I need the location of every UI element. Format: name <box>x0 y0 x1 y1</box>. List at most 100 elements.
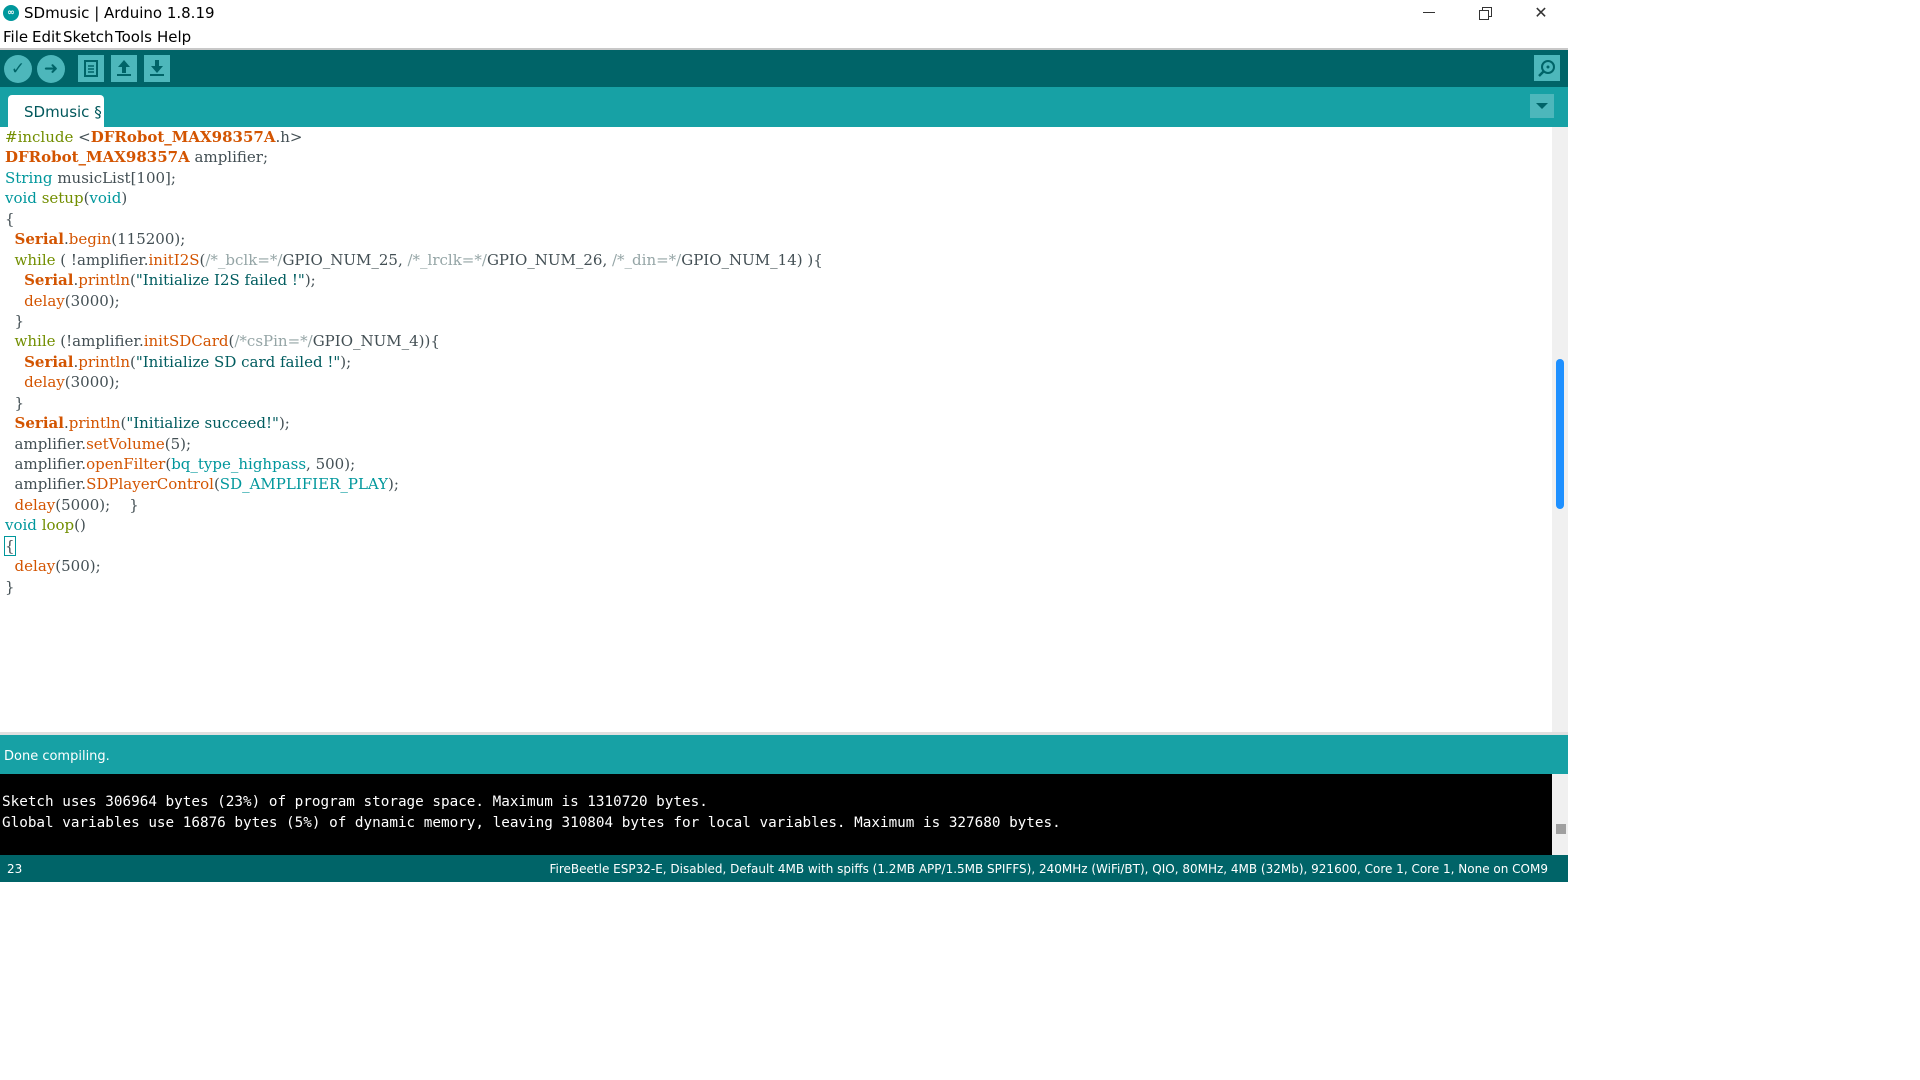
code-token: "Initialize SD card failed !" <box>135 352 341 371</box>
minimize-button[interactable] <box>1406 0 1452 26</box>
code-token: (3000); <box>64 291 120 310</box>
code-token: ); <box>304 271 316 290</box>
code-token: , 500); <box>306 455 356 473</box>
console-line: Sketch uses 306964 bytes (23%) of progra… <box>2 794 708 810</box>
bottom-bar: 23 FireBeetle ESP32-E, Disabled, Default… <box>0 855 1568 882</box>
upload-button[interactable]: ➜ <box>37 55 65 83</box>
code-line: delay(3000); <box>5 372 823 392</box>
code-line: { <box>5 209 823 229</box>
code-token: begin <box>68 230 112 249</box>
code-token: delay <box>24 373 65 392</box>
code-token: "Initialize I2S failed !" <box>135 271 305 290</box>
restore-button[interactable] <box>1462 0 1508 26</box>
window-title: SDmusic | Arduino 1.8.19 <box>24 4 215 22</box>
console-scrollbar[interactable] <box>1552 774 1568 855</box>
save-sketch-button[interactable] <box>144 55 170 82</box>
code-token: Serial <box>24 352 74 371</box>
arduino-logo-icon: ∞ <box>3 5 19 21</box>
title-bar: ∞ SDmusic | Arduino 1.8.19 ✕ <box>0 0 1568 26</box>
line-number: 23 <box>7 862 23 876</box>
code-token: (!amplifier. <box>55 332 144 351</box>
code-line: #include <DFRobot_MAX98357A.h> <box>5 127 823 147</box>
magnifier-icon <box>1538 60 1555 77</box>
menu-help[interactable]: Help <box>157 28 191 46</box>
code-line: amplifier.openFilter(bq_type_highpass, 5… <box>5 454 823 474</box>
console-scroll-thumb[interactable] <box>1556 824 1566 834</box>
code-token: /*_bclk=*/ <box>205 250 283 269</box>
code-token: initSDCard <box>143 332 229 351</box>
code-token: ) <box>121 189 128 208</box>
menu-file[interactable]: File <box>3 28 28 46</box>
open-sketch-button[interactable] <box>111 55 137 82</box>
checkmark-icon: ✓ <box>10 59 26 79</box>
code-token: setup <box>41 189 84 208</box>
code-token: DFRobot_MAX98357A <box>90 128 276 146</box>
code-token: /*_din=*/ <box>611 250 682 269</box>
editor-scroll-thumb[interactable] <box>1556 359 1564 509</box>
code-token: { <box>4 535 16 556</box>
new-sketch-button[interactable] <box>78 55 104 82</box>
code-token: SDPlayerControl <box>86 475 214 494</box>
tab-menu-button[interactable] <box>1530 94 1554 118</box>
code-token: SD_AMPLIFIER_PLAY <box>219 475 389 494</box>
editor-scrollbar[interactable] <box>1552 127 1568 732</box>
code-token: String <box>5 168 53 187</box>
code-token: ); <box>278 414 290 433</box>
code-token: loop <box>41 516 75 535</box>
code-line: } <box>5 393 823 413</box>
code-token: (115200); <box>111 230 186 249</box>
code-content: #include <DFRobot_MAX98357A.h> DFRobot_MA… <box>4 127 823 597</box>
code-line: while ( !amplifier.initI2S(/*_bclk=*/GPI… <box>5 250 823 270</box>
code-token: println <box>68 414 121 433</box>
close-button[interactable]: ✕ <box>1518 0 1564 26</box>
code-token: { <box>5 209 15 228</box>
upload-arrow-icon <box>117 60 131 76</box>
tab-sdmusic[interactable]: SDmusic § <box>8 95 104 127</box>
code-token: delay <box>14 495 56 514</box>
code-token: void <box>5 516 37 535</box>
code-line: Serial.println("Initialize succeed!"); <box>5 413 823 433</box>
code-token: "Initialize succeed!" <box>126 414 279 433</box>
console-output[interactable]: Sketch uses 306964 bytes (23%) of progra… <box>0 774 1552 855</box>
menu-edit[interactable]: Edit <box>32 28 61 46</box>
menu-sketch[interactable]: Sketch <box>63 28 114 46</box>
code-token: GPIO_NUM_26, <box>486 250 612 269</box>
code-token: (500); <box>55 557 101 576</box>
code-token: ); <box>388 475 399 494</box>
menu-tools[interactable]: Tools <box>115 28 152 46</box>
code-editor[interactable]: #include <DFRobot_MAX98357A.h> DFRobot_MA… <box>0 127 1552 732</box>
verify-button[interactable]: ✓ <box>4 55 32 83</box>
code-token: } <box>5 577 15 596</box>
code-token: void <box>89 189 122 208</box>
code-line: DFRobot_MAX98357A amplifier; <box>5 147 823 167</box>
code-line: } <box>5 577 823 597</box>
code-token: GPIO_NUM_4)){ <box>312 332 440 351</box>
close-icon: ✕ <box>1534 3 1548 22</box>
serial-monitor-button[interactable] <box>1534 55 1560 81</box>
code-token: Serial <box>14 230 64 249</box>
code-token: DFRobot_MAX98357A <box>5 148 190 167</box>
status-bar: Done compiling. <box>0 735 1568 774</box>
tab-label: SDmusic § <box>24 103 102 121</box>
code-line: } <box>5 311 823 331</box>
code-token: () <box>74 516 86 535</box>
chevron-down-icon <box>1536 103 1548 109</box>
code-token: /*_lrclk=*/ <box>407 250 487 269</box>
code-line: amplifier.SDPlayerControl(SD_AMPLIFIER_P… <box>5 474 823 494</box>
code-token: bq_type_highpass <box>171 455 307 473</box>
code-line: delay(5000); } <box>5 495 823 515</box>
code-token: initI2S <box>148 250 200 269</box>
code-token: println <box>78 352 130 371</box>
console-line: Global variables use 16876 bytes (5%) of… <box>2 815 1061 831</box>
code-token: musicList[100]; <box>52 168 176 187</box>
code-line: delay(3000); <box>5 291 823 311</box>
code-token: } <box>5 393 25 412</box>
code-token: GPIO_NUM_14) ){ <box>681 250 823 269</box>
